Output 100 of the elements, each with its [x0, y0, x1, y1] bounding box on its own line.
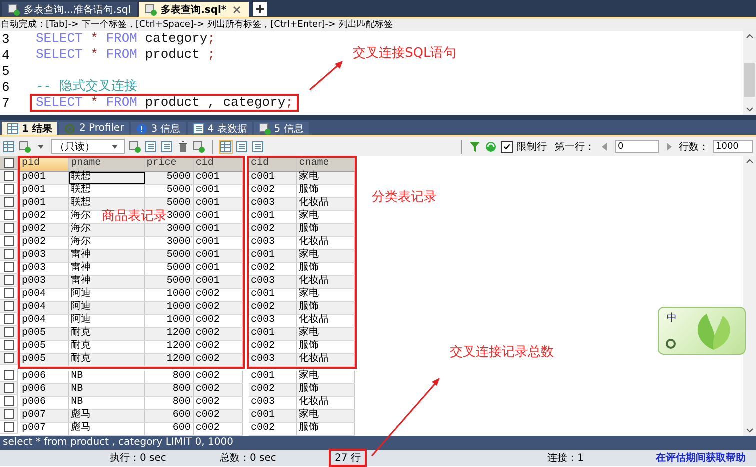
- table-cell: 彪马: [69, 423, 145, 435]
- table-cell: 3000: [144, 237, 194, 249]
- table-cell: 1000: [144, 289, 194, 301]
- filter-icon[interactable]: [469, 140, 481, 152]
- row-checkbox[interactable]: [4, 353, 14, 363]
- table-cell: p002: [20, 237, 70, 249]
- file-icon: [145, 4, 158, 16]
- limit-checkbox[interactable]: [501, 140, 513, 152]
- trash-icon[interactable]: [177, 140, 189, 152]
- table-cell: p003: [20, 250, 70, 262]
- form-view-icon[interactable]: [236, 140, 248, 152]
- row-checkbox[interactable]: [4, 370, 14, 380]
- mode-dropdown[interactable]: （只读）: [51, 139, 125, 154]
- table-cell: 耐克: [69, 354, 145, 366]
- table-cell: 5000: [144, 198, 194, 210]
- row-checkbox[interactable]: [4, 236, 14, 246]
- table-cell: c001: [249, 410, 298, 422]
- table-cell: 耐克: [69, 328, 145, 340]
- table-cell: NB: [69, 384, 145, 396]
- status-text: 连接：1: [546, 452, 585, 465]
- row-checkbox[interactable]: [4, 396, 14, 406]
- first-row-field[interactable]: 0: [615, 140, 659, 153]
- select-all-checkbox[interactable]: [4, 158, 14, 168]
- table-cell: p007: [20, 423, 70, 435]
- refresh-icon[interactable]: [485, 140, 497, 152]
- table-cell: c001: [249, 289, 298, 301]
- grid-icon[interactable]: [3, 140, 15, 152]
- result-tab[interactable]: 3 信息: [131, 122, 186, 135]
- row-checkbox[interactable]: [4, 409, 14, 419]
- row-checkbox[interactable]: [4, 288, 14, 298]
- row-checkbox[interactable]: [4, 383, 14, 393]
- result-tab[interactable]: 1 结果: [2, 122, 58, 135]
- new-tab-button[interactable]: [252, 2, 267, 16]
- table-cell: c001: [194, 211, 243, 223]
- table-cell: p005: [20, 354, 70, 366]
- result-tab[interactable]: 2 Profiler: [59, 122, 130, 135]
- table-cell: c003: [249, 198, 298, 210]
- status-text: 总数：0 sec: [219, 452, 278, 465]
- table-cell: c001: [194, 224, 243, 236]
- text-view-icon[interactable]: [252, 140, 264, 152]
- ime-panel[interactable]: 中: [658, 307, 746, 355]
- row-checkbox[interactable]: [4, 210, 14, 220]
- table-cell: c002: [194, 371, 243, 383]
- annotation-text: 分类表记录: [372, 189, 437, 206]
- table-cell: p006: [20, 397, 70, 409]
- row-checkbox[interactable]: [4, 223, 14, 233]
- table-cell: 5000: [144, 276, 194, 288]
- column-header[interactable]: cid: [249, 158, 298, 171]
- row-checkbox[interactable]: [4, 275, 14, 285]
- table-cell: 服饰: [297, 423, 355, 435]
- line-number: 3: [1, 32, 11, 46]
- tab-icon: [136, 122, 148, 134]
- close-icon[interactable]: [230, 4, 243, 16]
- scrollbar[interactable]: [743, 31, 756, 115]
- table-cell: p002: [20, 224, 70, 236]
- table-cell: p004: [20, 289, 70, 301]
- row-checkbox[interactable]: [4, 340, 14, 350]
- row-checkbox[interactable]: [4, 249, 14, 259]
- column-header[interactable]: pid: [20, 158, 70, 171]
- row-checkbox[interactable]: [4, 197, 14, 207]
- plus-icon: [254, 3, 266, 15]
- table-cell: p004: [20, 315, 70, 327]
- table-cell: 服饰: [297, 263, 355, 275]
- table-cell: 联想: [69, 185, 145, 197]
- row-checkbox[interactable]: [4, 314, 14, 324]
- table-cell: 600: [144, 423, 194, 435]
- result-tab[interactable]: 4 表数据: [188, 122, 252, 135]
- result-tab[interactable]: 5 信息: [254, 122, 309, 135]
- editor-tab[interactable]: 多表查询...准备语句.sql: [2, 2, 138, 17]
- table-cell: c001: [194, 276, 243, 288]
- help-link[interactable]: 在评估期间获取帮助: [652, 451, 750, 465]
- table-cell: 化妆品: [297, 198, 355, 210]
- editor-tab[interactable]: 多表查询.sql*: [139, 2, 249, 17]
- first-row-label: 第一行：: [555, 140, 595, 154]
- row-checkbox[interactable]: [4, 327, 14, 337]
- row-checkbox[interactable]: [4, 171, 14, 181]
- table-cell: c001: [249, 250, 298, 262]
- status-text: 27 行: [331, 451, 365, 465]
- table-cell: c002: [194, 384, 243, 396]
- table-cell: 5000: [144, 185, 194, 197]
- scrollbar[interactable]: [743, 156, 756, 436]
- column-header[interactable]: cid: [194, 158, 243, 171]
- query-text: select * from product , category LIMIT 0, 1000: [0, 436, 756, 450]
- row-checkbox[interactable]: [4, 422, 14, 432]
- row-checkbox[interactable]: [4, 184, 14, 194]
- table-cell: 800: [144, 384, 194, 396]
- table-cell: p005: [20, 341, 70, 353]
- grid-view-icon[interactable]: [220, 140, 232, 152]
- column-header[interactable]: price: [144, 158, 194, 171]
- table-cell: c001: [249, 328, 298, 340]
- table-cell: 雷神: [69, 263, 145, 275]
- tab-icon: [64, 122, 76, 134]
- table-cell: c002: [249, 263, 298, 275]
- row-count-field[interactable]: 1000: [713, 140, 753, 153]
- annotation-text: 商品表记录: [102, 208, 167, 225]
- row-checkbox[interactable]: [4, 262, 14, 272]
- line-number: 4: [1, 48, 11, 62]
- row-checkbox[interactable]: [4, 301, 14, 311]
- table-cell: 服饰: [297, 185, 355, 197]
- ime-mode-label[interactable]: 中: [667, 311, 677, 325]
